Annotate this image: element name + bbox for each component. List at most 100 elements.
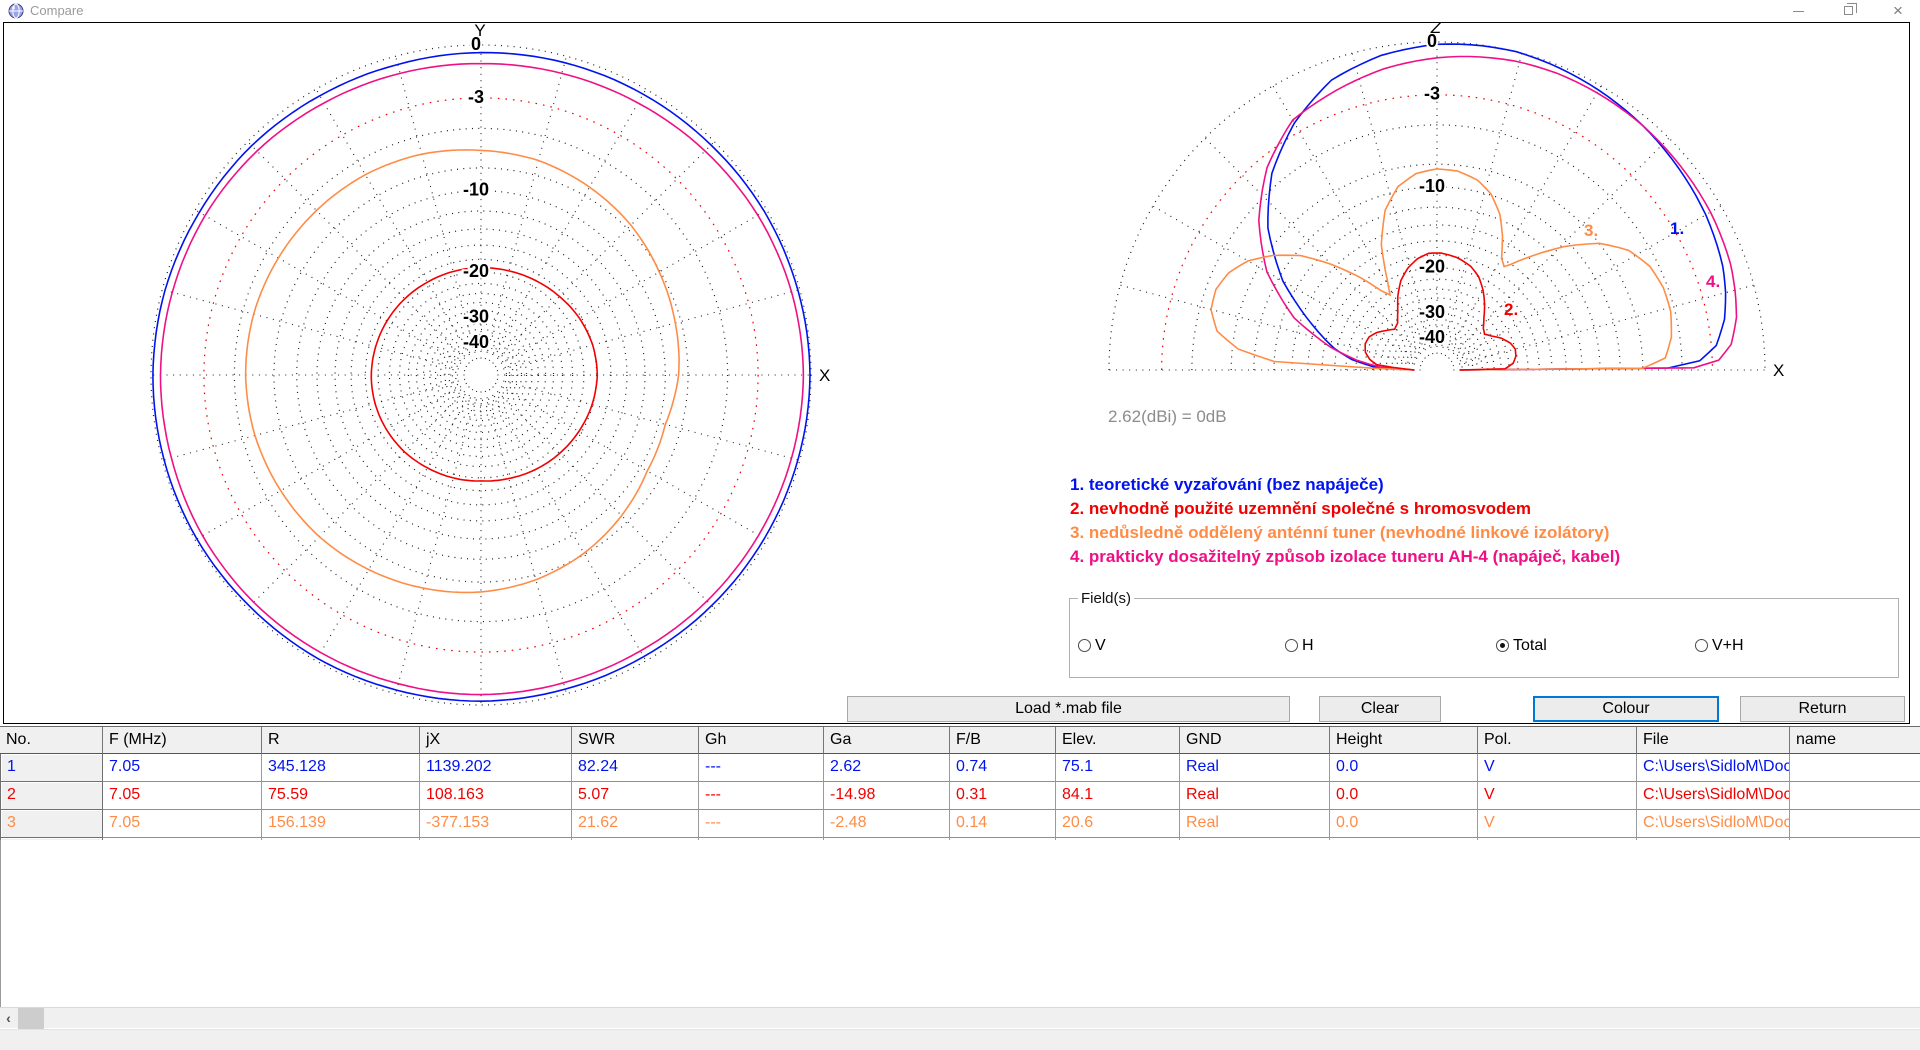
table-cell: V xyxy=(1478,754,1637,782)
grid-spoke xyxy=(162,379,465,460)
table-cell: V xyxy=(1478,782,1637,810)
grid-spoke xyxy=(485,391,566,694)
table-row[interactable]: 27.0575.59108.1635.07----14.980.3184.1Re… xyxy=(0,782,1920,810)
table-header-cell: No. xyxy=(0,727,103,754)
fields-groupbox-title: Field(s) xyxy=(1078,590,1134,607)
scrollbar-thumb[interactable] xyxy=(18,1008,44,1029)
legend-item: 2. nevhodně použité uzemnění společné s … xyxy=(1070,499,1620,523)
table-cell xyxy=(1790,782,1920,810)
horizontal-scrollbar[interactable]: ‹ xyxy=(0,1007,1920,1028)
table-cell: 7.05 xyxy=(103,782,262,810)
pattern-legend: 1. teoretické vyzařování (bez napáječe)2… xyxy=(1070,475,1620,571)
grid-spoke xyxy=(489,89,646,360)
pattern-curve-3 xyxy=(246,150,679,593)
table-cell: 156.139 xyxy=(262,810,420,838)
grid-ring xyxy=(351,245,611,505)
grid-ring xyxy=(452,346,509,403)
table-header-cell: F (MHz) xyxy=(103,727,262,754)
table-cell: --- xyxy=(699,810,824,838)
radio-circle-icon[interactable] xyxy=(1078,639,1091,652)
grid-spoke xyxy=(493,142,715,364)
table-cell: 0.0 xyxy=(1330,754,1478,782)
table-cell: --- xyxy=(699,782,824,810)
table-cell: C:\Users\SidloM\Doc xyxy=(1637,754,1790,782)
axis-right-label: X xyxy=(1773,361,1784,380)
grid-ring xyxy=(456,350,507,401)
colour-button[interactable]: Colour xyxy=(1533,696,1719,722)
table-cell: 5.07 xyxy=(572,782,699,810)
table-cell: 0.0 xyxy=(1330,782,1478,810)
table-cell: 0.31 xyxy=(950,782,1056,810)
table-cell: -377.153 xyxy=(420,810,572,838)
table-cell: 20.6 xyxy=(1056,810,1180,838)
field-radio-vplush[interactable]: V+H xyxy=(1695,637,1744,655)
field-radio-h[interactable]: H xyxy=(1285,637,1314,655)
radio-circle-icon[interactable] xyxy=(1695,639,1708,652)
curve-number-label: 3. xyxy=(1584,221,1598,241)
fields-groupbox: Field(s) VHTotalV+H xyxy=(1069,598,1899,678)
axis-top-label: Y xyxy=(474,23,485,40)
scroll-left-icon[interactable]: ‹ xyxy=(0,1008,17,1029)
table-row[interactable]: 17.05345.1281139.20282.24---2.620.7475.1… xyxy=(0,754,1920,782)
table-cell: 75.1 xyxy=(1056,754,1180,782)
radio-label: Total xyxy=(1513,637,1547,654)
table-cell: Real xyxy=(1180,810,1330,838)
pattern-curve-4 xyxy=(161,64,804,695)
ring-db-label: -20 xyxy=(1419,257,1445,277)
status-strip xyxy=(0,1029,1920,1050)
ring-db-label: -10 xyxy=(1419,176,1445,196)
table-cell: 21.62 xyxy=(572,810,699,838)
compare-window: Compare × 0-3-10-20-30-40YX0-3-10-20-30-… xyxy=(0,0,1920,1050)
curve-number-label: 1. xyxy=(1670,219,1684,239)
results-table-empty-area xyxy=(0,840,1920,1007)
return-button[interactable]: Return xyxy=(1740,696,1905,722)
grid-spoke xyxy=(195,210,466,367)
ring-db-label: -40 xyxy=(1419,327,1445,347)
table-row[interactable]: 37.05156.139-377.15321.62----2.480.1420.… xyxy=(0,810,1920,838)
legend-item: 3. nedůsledně oddělený anténní tuner (ne… xyxy=(1070,523,1620,547)
ring-db-label: -30 xyxy=(463,307,489,327)
table-cell: 7.05 xyxy=(103,810,262,838)
field-radio-v[interactable]: V xyxy=(1078,637,1106,655)
table-header-cell: SWR xyxy=(572,727,699,754)
load-mab-file-button[interactable]: Load *.mab file xyxy=(847,696,1290,722)
legend-item: 4. prakticky dosažitelný způsob izolace … xyxy=(1070,547,1620,571)
table-header-cell: Gh xyxy=(699,727,824,754)
table-header-cell: R xyxy=(262,727,420,754)
grid-spoke xyxy=(248,387,470,609)
radio-label: V xyxy=(1095,637,1106,654)
table-cell: 108.163 xyxy=(420,782,572,810)
table-cell: --- xyxy=(699,754,824,782)
curve-number-label: 4. xyxy=(1706,272,1720,292)
table-cell: -2.48 xyxy=(824,810,950,838)
table-cell: 3 xyxy=(0,810,103,838)
grid-spoke xyxy=(162,290,465,371)
restore-icon[interactable] xyxy=(1828,0,1868,22)
close-icon[interactable]: × xyxy=(1878,0,1918,22)
table-cell: C:\Users\SidloM\Doc xyxy=(1637,782,1790,810)
grid-spoke xyxy=(1205,138,1425,358)
grid-spoke xyxy=(497,379,800,460)
radio-circle-icon[interactable] xyxy=(1496,639,1509,652)
table-header-cell: Ga xyxy=(824,727,950,754)
grid-ring xyxy=(1412,345,1463,370)
table-cell: 0.14 xyxy=(950,810,1056,838)
clear-button[interactable]: Clear xyxy=(1319,696,1441,722)
grid-spoke xyxy=(485,56,566,359)
table-cell: 82.24 xyxy=(572,754,699,782)
table-cell: 75.59 xyxy=(262,782,420,810)
minimize-icon[interactable] xyxy=(1778,0,1818,22)
ring-db-label: -3 xyxy=(1424,84,1440,104)
table-cell: 0.0 xyxy=(1330,810,1478,838)
grid-spoke xyxy=(489,389,646,660)
title-bar: Compare × xyxy=(0,0,1920,22)
grid-spoke xyxy=(1120,285,1421,366)
table-cell: 345.128 xyxy=(262,754,420,782)
table-header-cell: Elev. xyxy=(1056,727,1180,754)
table-header-cell: Height xyxy=(1330,727,1478,754)
grid-ring xyxy=(1346,279,1528,370)
table-cell: 0.74 xyxy=(950,754,1056,782)
table-header-cell: F/B xyxy=(950,727,1056,754)
radio-circle-icon[interactable] xyxy=(1285,639,1298,652)
field-radio-total[interactable]: Total xyxy=(1496,637,1547,655)
